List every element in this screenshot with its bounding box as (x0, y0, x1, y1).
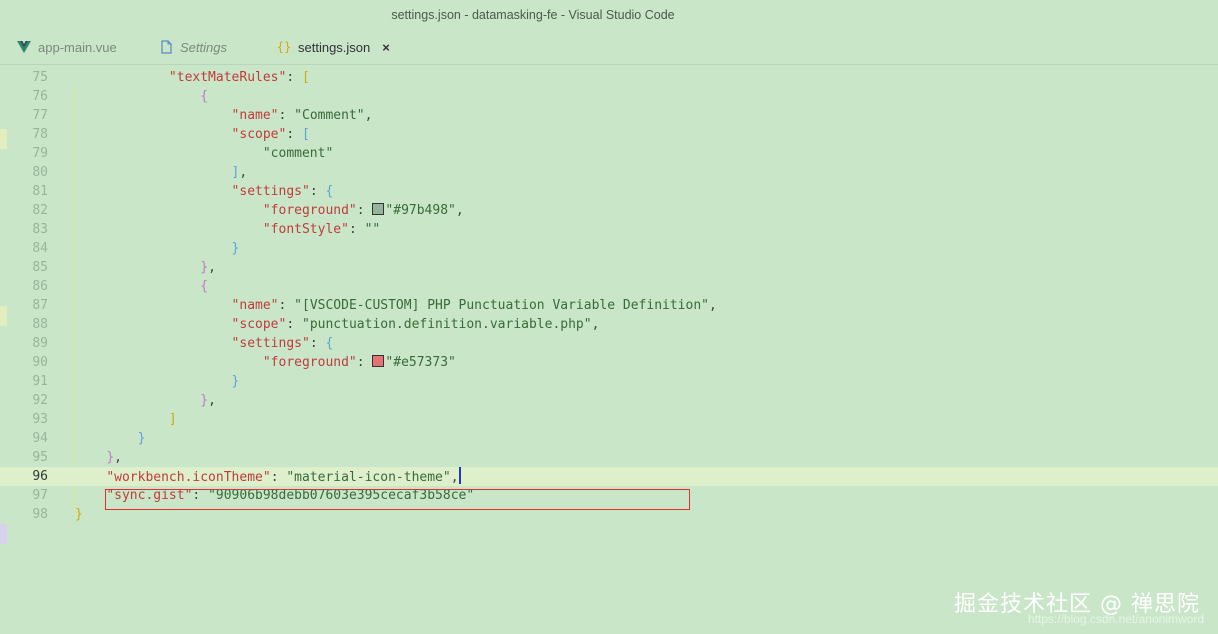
window-title: settings.json - datamasking-fe - Visual … (391, 8, 675, 22)
line-number: 91 (32, 374, 48, 389)
code-content: }, (106, 450, 122, 465)
code-line-81: 81 "settings": { (0, 182, 1218, 201)
color-swatch[interactable] (372, 355, 385, 367)
code-line-83: 83 "fontStyle": "" (0, 220, 1218, 239)
code-content: } (75, 507, 83, 522)
line-number: 84 (32, 241, 48, 256)
line-number: 95 (32, 450, 48, 465)
code-content: "scope": "punctuation.definition.variabl… (231, 317, 600, 332)
tab-app-main-vue[interactable]: app-main.vue (16, 30, 117, 64)
code-line-91: 91 } (0, 372, 1218, 391)
code-line-77: 77 "name": "Comment", (0, 106, 1218, 125)
code-line-93: 93 ] (0, 410, 1218, 429)
tab-divider (0, 64, 1218, 65)
vue-icon (16, 41, 32, 53)
line-number: 86 (32, 279, 48, 294)
code-line-76: 76 { (0, 87, 1218, 106)
line-number: 94 (32, 431, 48, 446)
line-number: 75 (32, 70, 48, 85)
tab-settings-json[interactable]: {} settings.json × (276, 30, 390, 64)
code-content: { (200, 279, 209, 294)
close-tab-button[interactable]: × (382, 40, 390, 55)
code-content: "foreground": "#97b498", (262, 203, 464, 218)
code-content: "scope": [ (231, 127, 310, 142)
line-number: 78 (32, 127, 48, 142)
code-line-75: 75 "textMateRules": [ (0, 68, 1218, 87)
code-content: ], (231, 165, 248, 180)
code-content: ] (168, 412, 177, 427)
code-line-84: 84 } (0, 239, 1218, 258)
code-line-90: 90 "foreground": "#e57373" (0, 353, 1218, 372)
color-swatch[interactable] (372, 203, 385, 215)
line-number: 88 (32, 317, 48, 332)
code-line-85: 85 }, (0, 258, 1218, 277)
code-line-88: 88 "scope": "punctuation.definition.vari… (0, 315, 1218, 334)
line-number: 76 (32, 89, 48, 104)
code-line-96: 96 "workbench.iconTheme": "material-icon… (0, 467, 1218, 486)
tab-label: Settings (180, 39, 227, 55)
file-icon (158, 40, 174, 54)
watermark-url: https://blog.csdn.net/anonimword (1027, 612, 1204, 626)
code-content: }, (200, 393, 216, 408)
line-number: 80 (32, 165, 48, 180)
line-number: 98 (32, 507, 48, 522)
code-line-78: 78 "scope": [ (0, 125, 1218, 144)
code-line-80: 80 ], (0, 163, 1218, 182)
code-content: "settings": { (231, 336, 334, 351)
code-editor[interactable]: 75 "textMateRules": [ 76 { 77 "name": "C… (0, 68, 1218, 524)
code-line-86: 86 { (0, 277, 1218, 296)
line-number: 92 (32, 393, 48, 408)
code-content: { (200, 89, 209, 104)
line-number: 89 (32, 336, 48, 351)
highlight-box (105, 489, 690, 510)
line-number: 85 (32, 260, 48, 275)
code-line-87: 87 "name": "[VSCODE-CUSTOM] PHP Punctuat… (0, 296, 1218, 315)
tab-settings[interactable]: Settings (158, 30, 227, 64)
line-number: 82 (32, 203, 48, 218)
code-content: "workbench.iconTheme": "material-icon-th… (75, 467, 461, 487)
json-braces-icon: {} (276, 40, 292, 54)
code-content: "fontStyle": "" (262, 222, 381, 237)
line-number: 79 (32, 146, 48, 161)
tab-label: settings.json (298, 39, 371, 55)
line-number: 97 (32, 488, 48, 503)
code-line-92: 92 }, (0, 391, 1218, 410)
change-marker (0, 524, 7, 544)
code-content: "settings": { (231, 184, 334, 199)
code-line-89: 89 "settings": { (0, 334, 1218, 353)
code-line-82: 82 "foreground": "#97b498", (0, 201, 1218, 220)
tab-bar: app-main.vue Settings {} settings.json × (0, 30, 1218, 64)
code-line-79: 79 "comment" (0, 144, 1218, 163)
line-number: 83 (32, 222, 48, 237)
line-number: 96 (32, 469, 48, 484)
line-number: 93 (32, 412, 48, 427)
code-line-94: 94 } (0, 429, 1218, 448)
tab-label: app-main.vue (38, 39, 117, 55)
code-content: "comment" (262, 146, 334, 161)
code-content: } (137, 431, 146, 446)
code-content: "textMateRules": [ (168, 70, 310, 85)
line-number: 90 (32, 355, 48, 370)
code-content: } (231, 241, 240, 256)
code-line-95: 95 }, (0, 448, 1218, 467)
line-number: 81 (32, 184, 48, 199)
text-cursor (458, 467, 461, 484)
code-content: } (231, 374, 240, 389)
code-content: "foreground": "#e57373" (262, 355, 456, 370)
line-number: 77 (32, 108, 48, 123)
code-content: "name": "Comment", (231, 108, 373, 123)
code-content: }, (200, 260, 216, 275)
title-bar: settings.json - datamasking-fe - Visual … (0, 0, 1218, 30)
line-number: 87 (32, 298, 48, 313)
code-content: "name": "[VSCODE-CUSTOM] PHP Punctuation… (231, 298, 717, 313)
